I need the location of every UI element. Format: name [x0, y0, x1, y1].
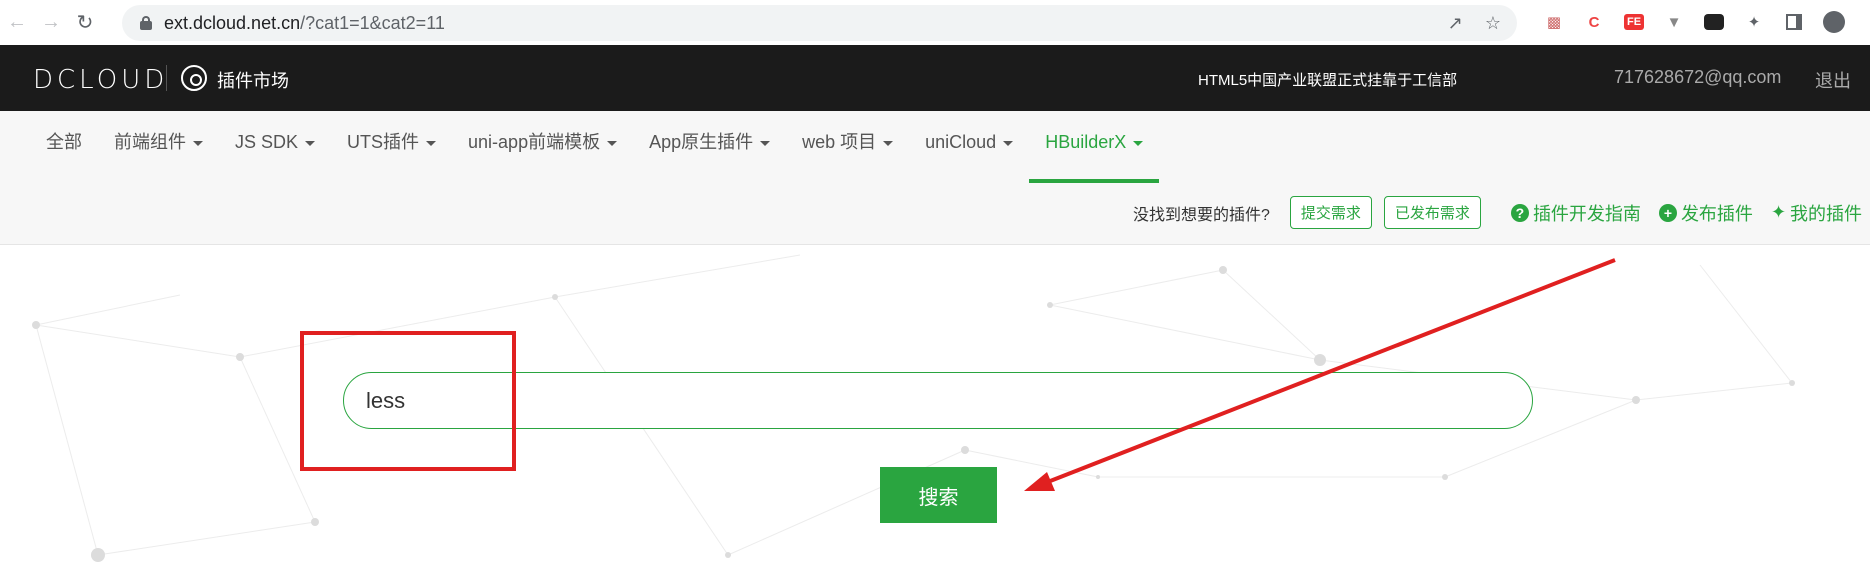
reload-icon[interactable]: ↻: [68, 6, 102, 40]
url-text: ext.dcloud.net.cn/?cat1=1&cat2=11: [164, 12, 445, 33]
chevron-down-icon: [883, 140, 894, 146]
extension-translate-icon[interactable]: ▩: [1540, 8, 1568, 36]
tab-hbuilderx[interactable]: HBuilderX: [1029, 111, 1160, 183]
my-plugins-link[interactable]: ✦ 我的插件: [1771, 200, 1862, 226]
submit-request-button[interactable]: 提交需求: [1289, 196, 1372, 229]
chevron-down-icon: [426, 140, 437, 146]
tab-js-sdk[interactable]: JS SDK: [219, 111, 331, 177]
site-header: DCLOUD 插件市场 HTML5中国产业联盟正式挂靠于工信部 71762867…: [0, 45, 1870, 111]
bookmark-star-icon[interactable]: ☆: [1485, 13, 1501, 34]
address-bar[interactable]: ext.dcloud.net.cn/?cat1=1&cat2=11 ↗ ☆: [122, 5, 1517, 41]
side-panel-icon[interactable]: [1780, 8, 1808, 36]
forward-icon[interactable]: →: [34, 6, 68, 40]
chevron-down-icon: [305, 140, 316, 146]
extension-c-icon[interactable]: C: [1580, 8, 1608, 36]
chevron-down-icon: [760, 140, 771, 146]
tab-unicloud[interactable]: uniCloud: [909, 111, 1029, 177]
logout-link[interactable]: 退出: [1815, 67, 1851, 93]
back-icon[interactable]: ←: [0, 6, 34, 40]
puzzle-icon: ✦: [1770, 202, 1787, 222]
extensions-puzzle-icon[interactable]: ✦: [1740, 8, 1768, 36]
chevron-down-icon: [193, 140, 203, 146]
header-notice[interactable]: HTML5中国产业联盟正式挂靠于工信部: [1198, 69, 1457, 90]
extension-v-icon[interactable]: ▼: [1660, 8, 1688, 36]
user-account[interactable]: 717628672@qq.com: [1614, 67, 1781, 88]
lock-icon: [140, 16, 152, 30]
header-divider: [166, 65, 167, 91]
tab-app-native-plugins[interactable]: App原生插件: [633, 111, 786, 177]
question-circle-icon: ?: [1510, 203, 1529, 222]
search-hero: 搜索: [0, 245, 1870, 577]
tab-uniapp-templates[interactable]: uni-app前端模板: [452, 111, 633, 177]
category-nav: 全部 前端组件 JS SDK UTS插件 uni-app前端模板 App原生插件…: [0, 111, 1870, 245]
profile-avatar-icon[interactable]: [1820, 8, 1848, 36]
extension-game-icon[interactable]: [1700, 8, 1728, 36]
dev-guide-link[interactable]: ? 插件开发指南: [1510, 200, 1641, 226]
not-found-question: 没找到想要的插件?: [1133, 206, 1270, 224]
share-icon[interactable]: ↗: [1448, 13, 1463, 34]
plus-circle-icon: +: [1658, 203, 1677, 222]
plugin-market-icon: [181, 65, 207, 91]
published-requests-button[interactable]: 已发布需求: [1383, 196, 1481, 229]
tab-uts-plugins[interactable]: UTS插件: [331, 111, 452, 177]
tab-all[interactable]: 全部: [30, 111, 98, 177]
publish-plugin-link[interactable]: + 发布插件: [1658, 200, 1753, 226]
browser-toolbar: ← → ↻ ext.dcloud.net.cn/?cat1=1&cat2=11 …: [0, 0, 1870, 45]
plugin-search-input[interactable]: [343, 372, 1533, 429]
plugin-market-title[interactable]: 插件市场: [217, 67, 289, 93]
dcloud-logo[interactable]: DCLOUD: [33, 65, 168, 95]
tab-web-projects[interactable]: web 项目: [786, 111, 909, 177]
extension-fe-icon[interactable]: FE: [1620, 8, 1648, 36]
search-button[interactable]: 搜索: [880, 467, 997, 523]
tab-frontend-components[interactable]: 前端组件: [98, 111, 219, 177]
chevron-down-icon: [1003, 140, 1014, 146]
chevron-down-icon: [607, 140, 618, 146]
chevron-down-icon: [1133, 140, 1144, 146]
